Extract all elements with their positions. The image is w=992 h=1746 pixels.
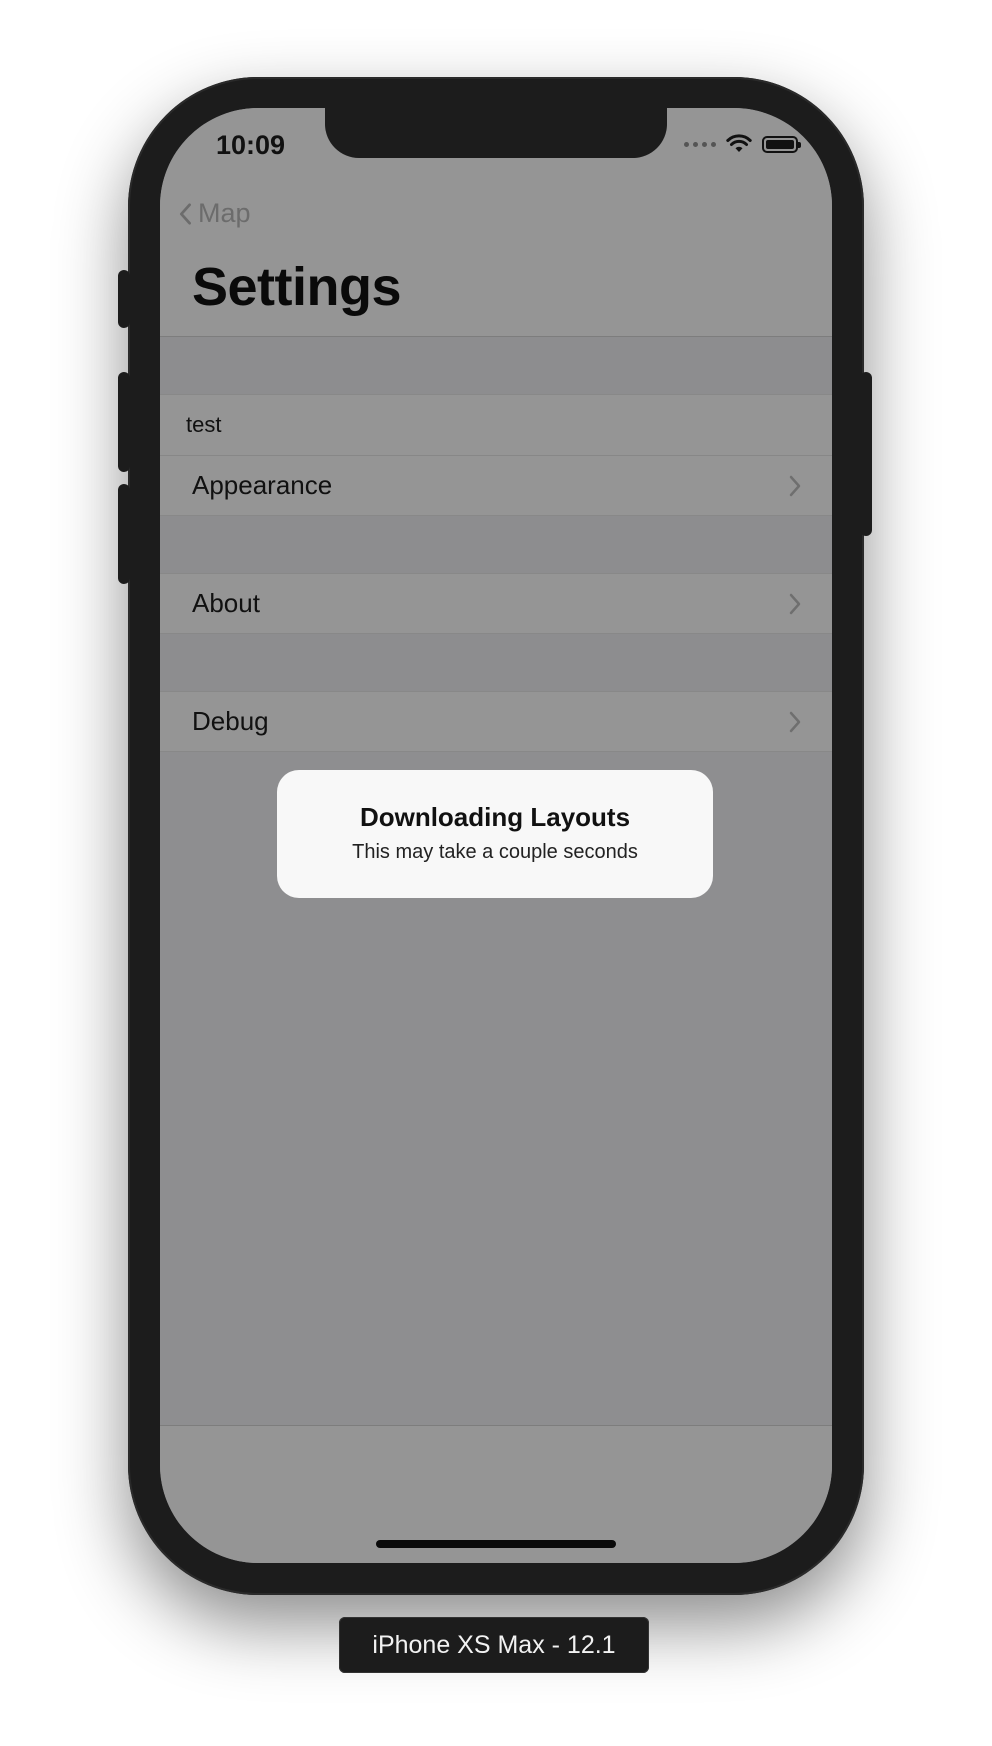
chevron-right-icon xyxy=(789,475,801,496)
row-label: About xyxy=(192,588,260,618)
row-debug[interactable]: Debug xyxy=(160,692,832,751)
notch xyxy=(325,108,667,158)
status-time: 10:09 xyxy=(216,130,286,160)
section-spacer xyxy=(160,337,832,394)
volume-down-button xyxy=(118,484,130,584)
loading-hud: Downloading Layouts This may take a coup… xyxy=(277,770,713,898)
signal-icon xyxy=(684,141,716,147)
section-about: About xyxy=(160,573,832,634)
back-button[interactable]: Map xyxy=(178,198,251,229)
row-about[interactable]: About xyxy=(160,574,832,633)
home-indicator[interactable] xyxy=(376,1540,616,1548)
hud-title: Downloading Layouts xyxy=(359,802,631,832)
status-indicators xyxy=(684,134,801,154)
row-appearance[interactable]: Appearance xyxy=(160,456,832,515)
section-spacer xyxy=(160,516,832,573)
row-label: Appearance xyxy=(192,470,333,500)
section-header: test xyxy=(160,395,832,456)
settings-list: test Appearance About Debug xyxy=(160,337,832,752)
device-label: iPhone XS Max - 12.1 xyxy=(339,1617,649,1673)
page-title: Settings xyxy=(192,257,402,317)
wifi-icon xyxy=(726,134,752,152)
section-test: test Appearance xyxy=(160,394,832,516)
mute-switch xyxy=(118,270,130,328)
chevron-left-icon xyxy=(179,202,191,225)
power-button xyxy=(860,372,872,536)
section-spacer xyxy=(160,634,832,691)
row-label: Debug xyxy=(192,706,269,736)
chevron-right-icon xyxy=(789,593,801,614)
chevron-right-icon xyxy=(789,711,801,732)
hud-subtitle: This may take a couple seconds xyxy=(352,841,638,863)
battery-icon xyxy=(762,135,801,153)
screen: Map Settings 10:09 test Appearance About… xyxy=(160,108,832,1563)
section-debug: Debug xyxy=(160,691,832,752)
volume-up-button xyxy=(118,372,130,472)
back-button-label: Map xyxy=(198,198,251,228)
